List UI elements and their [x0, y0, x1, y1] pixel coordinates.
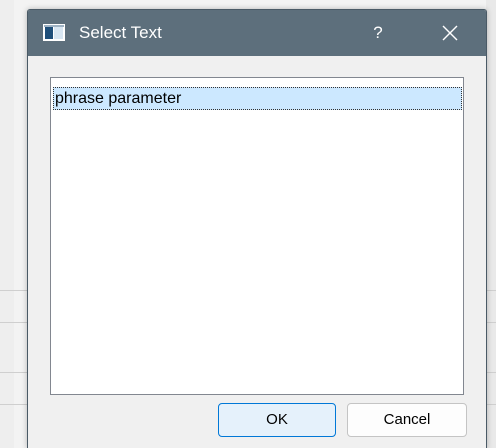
close-button[interactable] [428, 18, 472, 48]
select-text-dialog: Select Text ? phrase parameter OK Cancel [27, 9, 487, 448]
background-app-right [486, 0, 496, 448]
window-app-icon [43, 24, 65, 41]
cancel-button[interactable]: Cancel [347, 403, 467, 437]
list-item[interactable]: phrase parameter [53, 87, 462, 110]
dialog-title: Select Text [79, 23, 162, 42]
close-icon [442, 25, 458, 41]
text-listbox[interactable]: phrase parameter [50, 77, 464, 395]
help-button[interactable]: ? [358, 18, 398, 48]
dialog-titlebar[interactable]: Select Text ? [28, 10, 486, 56]
ok-button[interactable]: OK [218, 403, 336, 437]
background-app-left [0, 0, 14, 448]
